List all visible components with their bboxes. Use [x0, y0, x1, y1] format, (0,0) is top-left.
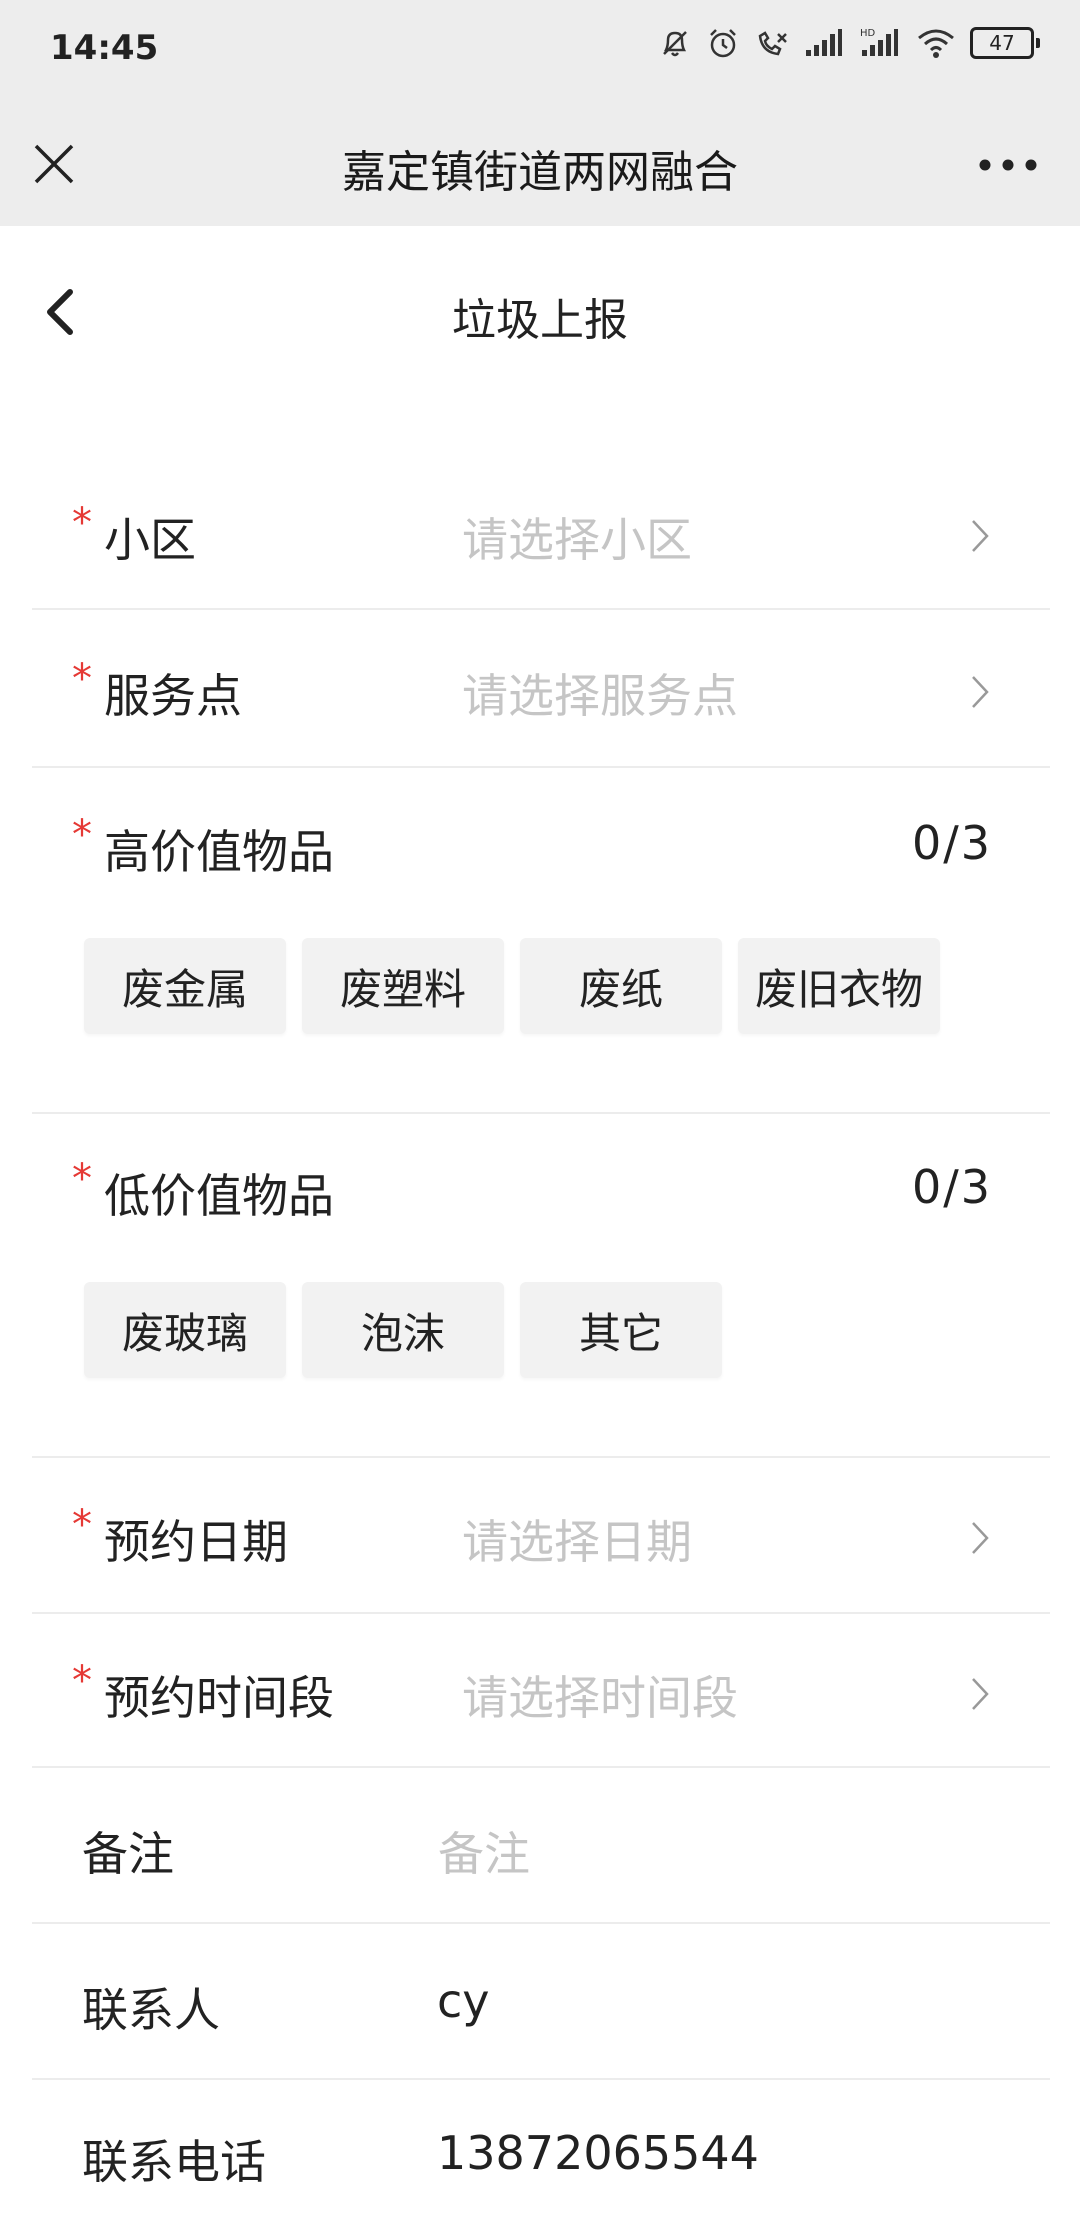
service-point-label: 服务点 — [104, 669, 242, 723]
missed-call-icon — [758, 31, 787, 56]
high-value-options: 废金属 废塑料 废纸 废旧衣物 — [84, 938, 940, 1034]
required-mark: * — [72, 1658, 92, 1704]
remark-input[interactable]: 备注 — [438, 1818, 530, 1884]
low-value-row: * 低价值物品 0/3 废玻璃 泡沫 其它 — [32, 1114, 1050, 1458]
more-icon[interactable] — [978, 158, 1038, 172]
high-value-label: 高价值物品 — [104, 825, 334, 879]
option-tag[interactable]: 废塑料 — [302, 938, 504, 1034]
required-mark: * — [72, 656, 92, 702]
service-point-row[interactable]: * 服务点 请选择服务点 — [32, 610, 1050, 768]
app-title-bar: 嘉定镇街道两网融合 — [0, 100, 1080, 226]
community-label: 小区 — [104, 513, 196, 567]
status-time: 14:45 — [50, 28, 159, 68]
option-tag[interactable]: 其它 — [520, 1282, 722, 1378]
community-row[interactable]: * 小区 请选择小区 — [32, 456, 1050, 610]
contact-label: 联系人 — [82, 1983, 220, 2037]
wifi-icon — [918, 29, 954, 58]
high-value-row: * 高价值物品 0/3 废金属 废塑料 废纸 废旧衣物 — [32, 768, 1050, 1114]
page-title: 垃圾上报 — [452, 295, 628, 346]
chevron-right-icon — [972, 520, 989, 552]
remark-row: 备注 备注 — [32, 1768, 1050, 1924]
time-slot-row[interactable]: * 预约时间段 请选择时间段 — [32, 1614, 1050, 1768]
phone-input[interactable]: 13872065544 — [437, 2126, 759, 2180]
low-value-count: 0/3 — [911, 1160, 992, 1214]
contact-row: 联系人 cy — [32, 1924, 1050, 2080]
alarm-icon — [710, 29, 736, 58]
service-point-select[interactable]: 请选择服务点 — [462, 660, 738, 726]
option-tag[interactable]: 泡沫 — [302, 1282, 504, 1378]
option-tag[interactable]: 废旧衣物 — [738, 938, 940, 1034]
time-slot-select[interactable]: 请选择时间段 — [462, 1662, 738, 1728]
chevron-right-icon — [972, 1678, 989, 1710]
page-header: 垃圾上报 — [0, 226, 1080, 392]
date-label: 预约日期 — [104, 1515, 288, 1569]
phone-row: 联系电话 13872065544 — [32, 2080, 1050, 2236]
remark-label: 备注 — [82, 1827, 174, 1881]
option-tag[interactable]: 废金属 — [84, 938, 286, 1034]
signal-icon — [806, 29, 842, 56]
required-mark: * — [72, 500, 92, 546]
low-value-options: 废玻璃 泡沫 其它 — [84, 1282, 722, 1378]
required-mark: * — [72, 1502, 92, 1548]
status-bar: 14:45 HD 47 — [0, 0, 1080, 100]
app-title: 嘉定镇街道两网融合 — [342, 147, 738, 198]
chevron-right-icon — [972, 676, 989, 708]
battery-level: 47 — [970, 27, 1034, 59]
contact-input[interactable]: cy — [437, 1974, 490, 2028]
hd-signal-icon: HD — [860, 28, 898, 56]
low-value-label: 低价值物品 — [104, 1169, 334, 1223]
phone-label: 联系电话 — [82, 2135, 266, 2189]
time-slot-label: 预约时间段 — [104, 1671, 334, 1725]
option-tag[interactable]: 废纸 — [520, 938, 722, 1034]
high-value-count: 0/3 — [911, 816, 992, 870]
chevron-right-icon — [972, 1522, 989, 1554]
date-row[interactable]: * 预约日期 请选择日期 — [32, 1458, 1050, 1614]
svg-text:HD: HD — [860, 28, 876, 39]
option-tag[interactable]: 废玻璃 — [84, 1282, 286, 1378]
required-mark: * — [72, 812, 92, 858]
bell-off-icon — [663, 31, 687, 57]
required-mark: * — [72, 1156, 92, 1202]
battery-icon: 47 — [970, 27, 1040, 59]
date-select[interactable]: 请选择日期 — [462, 1506, 692, 1572]
status-icons: HD 47 — [658, 26, 1040, 60]
community-select[interactable]: 请选择小区 — [462, 504, 692, 570]
